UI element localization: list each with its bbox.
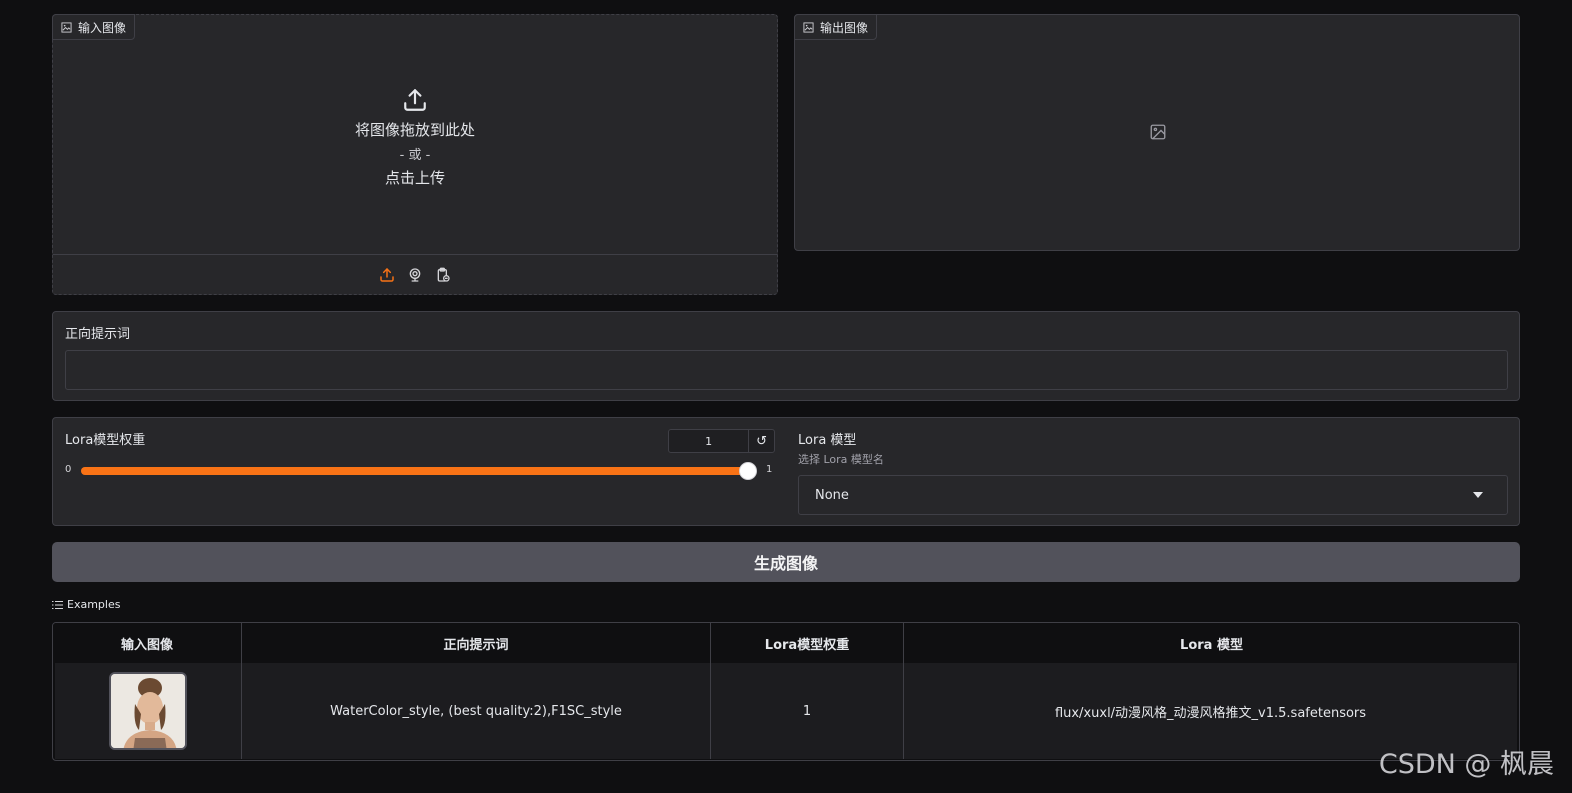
upload-icon: [404, 89, 426, 111]
lora-weight-slider[interactable]: [81, 467, 751, 475]
drop-text: 将图像拖放到此处: [354, 121, 475, 139]
examples-header: Examples: [52, 598, 120, 611]
slider-min-label: 0: [65, 464, 72, 475]
upload-dropzone[interactable]: 将图像拖放到此处 - 或 - 点击上传: [53, 87, 777, 188]
output-image-panel: 输出图像: [794, 14, 1520, 251]
slider-thumb[interactable]: [739, 462, 757, 480]
slider-max-label: 1: [766, 464, 773, 475]
dropdown-arrow-icon: [1473, 492, 1483, 498]
header-input-image: 输入图像: [53, 623, 242, 663]
image-icon: [803, 21, 814, 33]
lora-model-selected: None: [815, 487, 849, 503]
or-text: - 或 -: [399, 148, 431, 163]
output-image-label: 输出图像: [820, 20, 869, 35]
prompt-input[interactable]: [65, 350, 1508, 390]
click-upload-text[interactable]: 点击上传: [385, 167, 445, 188]
input-image-panel[interactable]: 输入图像 将图像拖放到此处 - 或 - 点击上传: [52, 14, 778, 295]
example-prompt-cell: WaterColor_style, (best quality:2),F1SC_…: [242, 663, 711, 759]
examples-table: 输入图像 正向提示词 Lora模型权重 Lora 模型 WaterColor_s…: [52, 622, 1520, 761]
reset-button[interactable]: ↺: [748, 430, 774, 452]
watermark: CSDN @ 枫晨: [1378, 749, 1554, 780]
upload-icon: [380, 267, 394, 282]
examples-table-header: 输入图像 正向提示词 Lora模型权重 Lora 模型: [53, 623, 1519, 663]
generate-button[interactable]: 生成图像: [52, 542, 1520, 582]
reset-icon: ↺: [756, 433, 768, 449]
slider-fill: [81, 467, 751, 475]
portrait-image: [111, 674, 185, 748]
webcam-icon: [409, 267, 421, 282]
image-placeholder-icon: [1150, 124, 1166, 140]
prompt-panel: 正向提示词: [52, 311, 1520, 401]
input-image-label-tab: 输入图像: [52, 14, 136, 40]
upload-source-button[interactable]: [378, 266, 396, 284]
output-image-label-tab: 输出图像: [794, 14, 878, 40]
header-lora-model: Lora 模型: [1180, 637, 1243, 653]
examples-title: Examples: [67, 598, 121, 611]
header-lora-weight: Lora模型权重: [711, 623, 904, 663]
lora-settings-panel: Lora模型权重 1 ↺ 0 1 Lora 模型 选择 Lora 模型名 Non…: [52, 417, 1520, 526]
lora-model-info: 选择 Lora 模型名: [798, 453, 884, 466]
example-row[interactable]: WaterColor_style, (best quality:2),F1SC_…: [55, 663, 1517, 759]
lora-model-label: Lora 模型: [798, 433, 857, 448]
example-thumbnail[interactable]: [109, 672, 187, 750]
lora-weight-number-input[interactable]: 1 ↺: [668, 429, 775, 453]
clipboard-source-button[interactable]: [434, 266, 452, 284]
example-image-cell[interactable]: [55, 663, 242, 759]
clipboard-icon: [437, 267, 450, 282]
header-prompt: 正向提示词: [242, 623, 711, 663]
example-weight-cell: 1: [711, 663, 904, 759]
list-icon: [52, 600, 63, 609]
webcam-source-button[interactable]: [406, 266, 424, 284]
lora-weight-value: 1: [705, 434, 713, 448]
prompt-label: 正向提示词: [65, 327, 131, 342]
lora-weight-label: Lora模型权重: [65, 433, 146, 448]
lora-model-dropdown[interactable]: None: [798, 475, 1508, 515]
source-selector: [53, 254, 777, 294]
input-image-label: 输入图像: [78, 20, 127, 35]
image-icon: [61, 21, 72, 33]
